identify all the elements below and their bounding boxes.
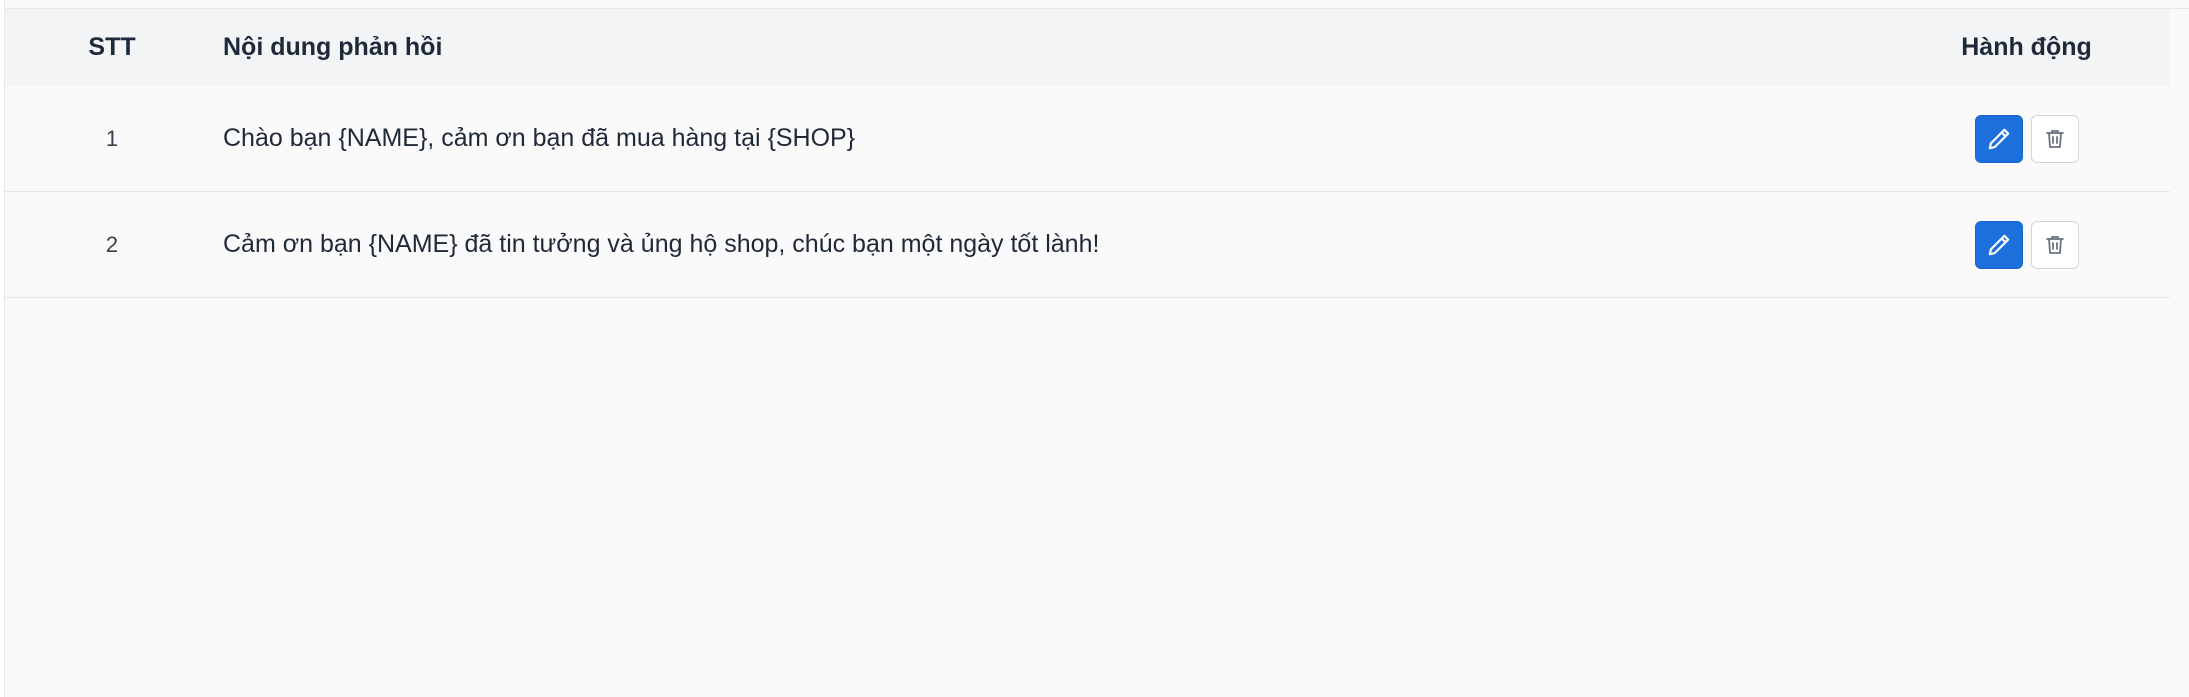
pencil-icon — [1986, 232, 2012, 258]
delete-button[interactable] — [2030, 114, 2079, 163]
header-stt: STT — [88, 33, 136, 61]
edit-button[interactable] — [1974, 220, 2023, 269]
row-content: Cảm ơn bạn {NAME} đã tin tưởng và ủng hộ… — [223, 230, 1100, 258]
table-header-row: STT Nội dung phản hồi Hành động — [5, 9, 2170, 86]
trash-icon — [2043, 127, 2067, 151]
row-content: Chào bạn {NAME}, cảm ơn bạn đã mua hàng … — [223, 124, 856, 152]
row-stt: 2 — [105, 231, 119, 257]
responses-table: STT Nội dung phản hồi Hành động 1 Chào b… — [5, 8, 2170, 298]
page: STT Nội dung phản hồi Hành động 1 Chào b… — [0, 0, 2189, 697]
row-stt: 1 — [105, 125, 119, 151]
edit-button[interactable] — [1974, 114, 2023, 163]
row-actions — [1889, 220, 2170, 269]
header-action: Hành động — [1961, 33, 2092, 61]
delete-button[interactable] — [2030, 220, 2079, 269]
pencil-icon — [1986, 126, 2012, 152]
trash-icon — [2043, 233, 2067, 257]
table-row: 1 Chào bạn {NAME}, cảm ơn bạn đã mua hàn… — [5, 86, 2170, 192]
row-actions — [1889, 114, 2170, 163]
header-content: Nội dung phản hồi — [223, 33, 443, 61]
table-row: 2 Cảm ơn bạn {NAME} đã tin tưởng và ủng … — [5, 192, 2170, 298]
